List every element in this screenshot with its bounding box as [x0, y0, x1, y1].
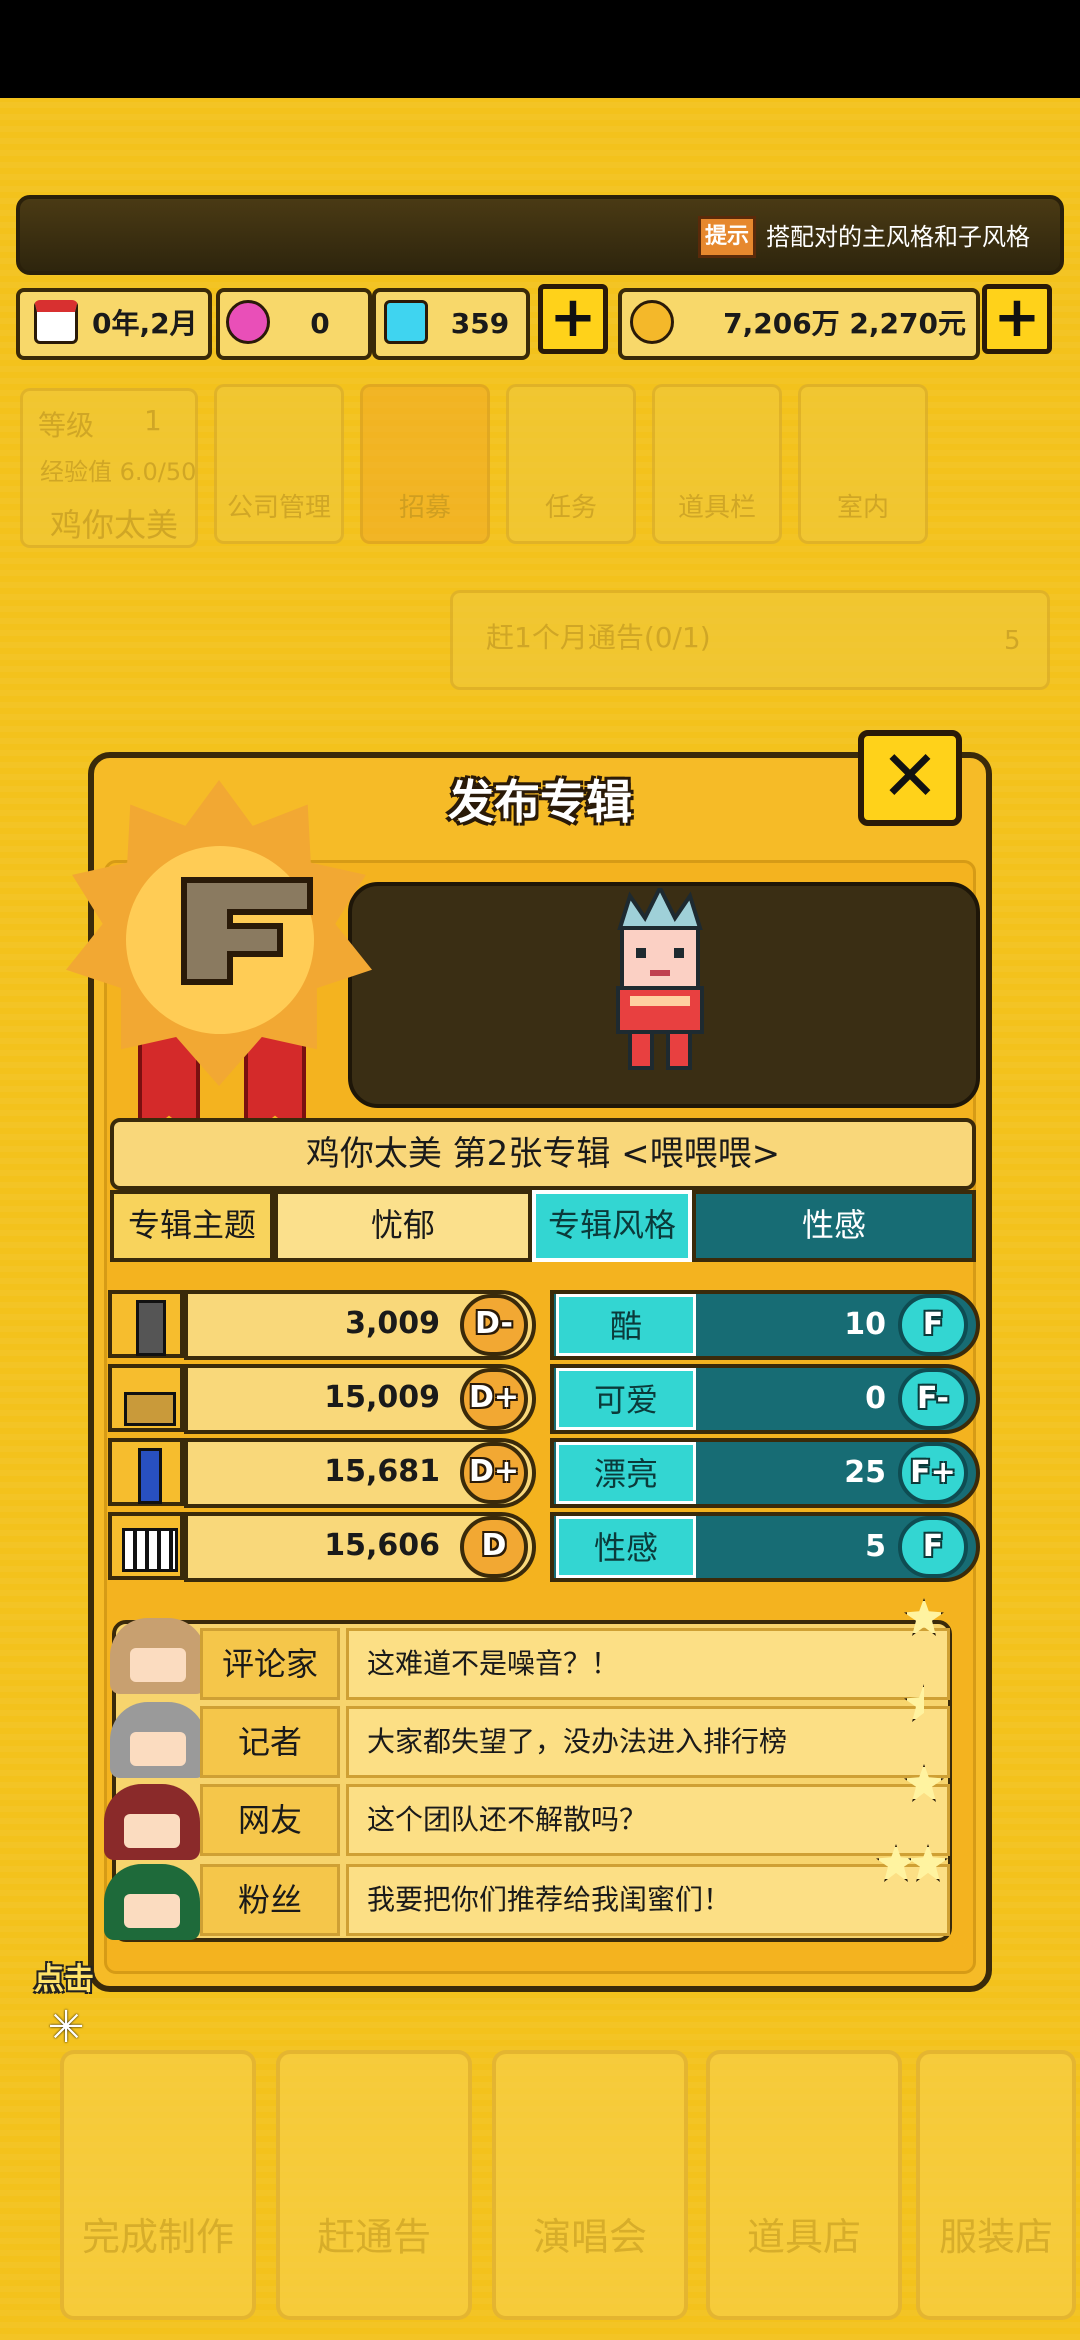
status-bar — [0, 0, 1080, 98]
critic-avatar — [110, 1618, 206, 1694]
menu-recruit-label: 招募 — [398, 493, 451, 523]
hint-text: 搭配对的主风格和子风格 — [766, 223, 1030, 251]
nav-schedule-label: 赶通告 — [316, 2215, 431, 2259]
microphone-icon — [108, 1290, 184, 1358]
coin-icon — [630, 300, 674, 344]
style-label: 专辑风格 — [532, 1190, 692, 1262]
nav-produce[interactable]: 完成制作 — [60, 2050, 256, 2320]
level-label: 等级 — [38, 409, 95, 442]
nav-concert-label: 演唱会 — [532, 2215, 647, 2259]
quest-text: 赶1个月通告(0/1) — [486, 621, 711, 654]
level-value: 1 — [144, 404, 162, 437]
date-text: 0年,2月 — [92, 307, 198, 340]
menu-room-label: 室内 — [836, 493, 889, 523]
nav-produce-label: 完成制作 — [81, 2215, 234, 2259]
menu-recruit[interactable]: 招募 — [360, 384, 490, 544]
nav-item-shop-label: 道具店 — [746, 2215, 861, 2259]
menu-tasks-label: 任务 — [544, 493, 597, 523]
nav-clothing-shop-label: 服装店 — [938, 2215, 1053, 2259]
sparkle-icon[interactable]: ✳ — [44, 2006, 88, 2050]
stat-dance-grade: D+ — [460, 1368, 528, 1430]
style-grade-cool: F — [898, 1294, 968, 1356]
quest-reward: 5 — [1004, 626, 1021, 656]
netizen-avatar — [104, 1784, 200, 1860]
fan-avatar — [104, 1864, 200, 1940]
reporter-avatar — [110, 1702, 206, 1778]
menu-tasks[interactable]: 任务 — [506, 384, 636, 544]
add-money-button[interactable]: + — [982, 284, 1052, 354]
blue-gem-icon — [384, 300, 428, 344]
menu-inventory[interactable]: 道具栏 — [652, 384, 782, 544]
stat-vocal-grade: D- — [460, 1294, 528, 1356]
style-name-pretty: 漂亮 — [556, 1442, 696, 1504]
tap-hint-label: 点击 — [34, 1962, 94, 1997]
stat-music-grade: D — [460, 1516, 528, 1578]
review-role-critic: 评论家 — [200, 1628, 340, 1700]
critic-face — [130, 1648, 186, 1682]
nav-concert[interactable]: 演唱会 — [492, 2050, 688, 2320]
style-value-cool: 10 — [844, 1307, 886, 1342]
theme-label: 专辑主题 — [110, 1190, 274, 1262]
player-name: 鸡你太美 — [50, 506, 179, 544]
calendar-icon — [34, 300, 78, 344]
style-value: 性感 — [692, 1190, 976, 1262]
reporter-face — [130, 1732, 186, 1766]
menu-room[interactable]: 室内 — [798, 384, 928, 544]
fan-face — [124, 1894, 180, 1928]
piano-keys-icon — [108, 1512, 184, 1580]
idol-sprite — [616, 888, 704, 1070]
theme-value: 忧郁 — [274, 1190, 532, 1262]
add-gems-button[interactable]: + — [538, 284, 608, 354]
style-grade-pretty: F+ — [898, 1442, 968, 1504]
grade-letter-icon — [181, 877, 313, 985]
pink-gem-count: 0 — [310, 307, 330, 340]
close-button[interactable]: ✕ — [858, 730, 962, 826]
exp-label: 经验值 6.0/50 — [40, 458, 197, 486]
nav-clothing-shop[interactable]: 服装店 — [916, 2050, 1076, 2320]
netizen-face — [124, 1814, 180, 1848]
review-comment-netizen: 这个团队还不解散吗？ — [346, 1784, 950, 1856]
menu-company-label: 公司管理 — [226, 493, 331, 523]
style-name-cute: 可爱 — [556, 1368, 696, 1430]
album-name: 鸡你太美 第2张专辑 <喂喂喂> — [110, 1118, 976, 1190]
pen-icon — [108, 1438, 184, 1506]
money-amount: 7,206万 2,270元 — [723, 307, 966, 340]
review-role-netizen: 网友 — [200, 1784, 340, 1856]
style-value-pretty: 25 — [844, 1455, 886, 1490]
stat-lyrics-grade: D+ — [460, 1442, 528, 1504]
menu-inventory-label: 道具栏 — [677, 493, 756, 523]
blue-gem-count: 359 — [450, 307, 510, 340]
menu-company[interactable]: 公司管理 — [214, 384, 344, 544]
dance-shoe-icon — [108, 1364, 184, 1432]
style-name-sexy: 性感 — [556, 1516, 696, 1578]
pink-gem-icon — [226, 300, 270, 344]
dialog-title: 发布专辑 — [448, 775, 632, 829]
review-role-fan: 粉丝 — [200, 1864, 340, 1936]
style-value-sexy: 5 — [865, 1529, 886, 1564]
nav-item-shop[interactable]: 道具店 — [706, 2050, 902, 2320]
review-comment-fan: 我要把你们推荐给我闺蜜们！ — [346, 1864, 950, 1936]
hint-icon: 提示 — [698, 216, 756, 258]
nav-schedule[interactable]: 赶通告 — [276, 2050, 472, 2320]
review-comment-critic: 这难道不是噪音？！ — [346, 1628, 950, 1700]
style-grade-sexy: F — [898, 1516, 968, 1578]
review-role-reporter: 记者 — [200, 1706, 340, 1778]
style-value-cute: 0 — [865, 1381, 886, 1416]
style-grade-cute: F- — [898, 1368, 968, 1430]
style-name-cool: 酷 — [556, 1294, 696, 1356]
review-comment-reporter: 大家都失望了，没办法进入排行榜 — [346, 1706, 950, 1778]
